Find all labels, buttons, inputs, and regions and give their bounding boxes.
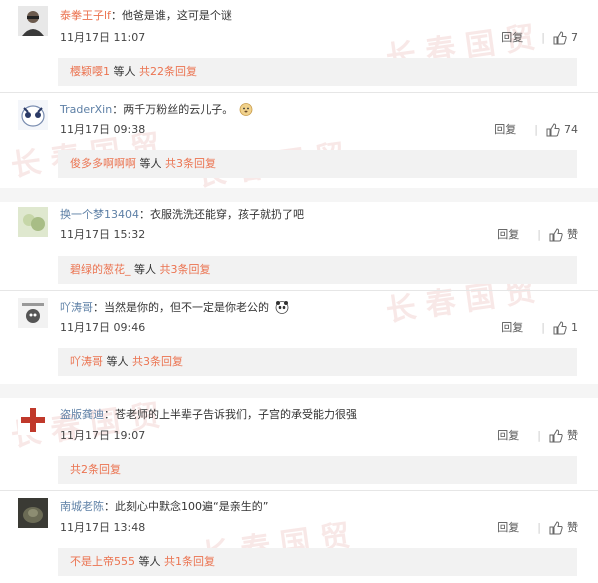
reply-button[interactable]: 回复 — [501, 321, 523, 335]
like-count: 7 — [571, 31, 578, 44]
thumbs-up-icon — [549, 521, 563, 535]
comment-text: 此刻心中默念100遍“是亲生的” — [115, 500, 269, 513]
comment-text: 衣服洗洗还能穿，孩子就扔了吧 — [150, 208, 304, 221]
comment-date: 11月17日 09:46 — [60, 321, 146, 334]
sub-reply-people: 等人 — [106, 355, 129, 368]
sub-reply-user[interactable]: 碧绿的葱花_ — [70, 263, 131, 276]
comment-line: 吖涛哥：当然是你的，但不一定是你老公的 — [60, 300, 289, 315]
like-count: 74 — [564, 123, 578, 136]
doge-emoji-icon — [239, 103, 253, 116]
avatar[interactable] — [18, 498, 48, 528]
comment-actions: 回复 | 赞 — [497, 429, 578, 443]
like-count: 1 — [571, 321, 578, 334]
sub-reply-user[interactable]: 吖涛哥 — [70, 355, 103, 368]
sub-reply-people: 等人 — [134, 263, 156, 276]
like-button[interactable]: 1 — [553, 321, 578, 335]
reply-button[interactable]: 回复 — [497, 521, 519, 535]
comment-date: 11月17日 11:07 — [60, 31, 146, 44]
like-count: 赞 — [567, 429, 578, 442]
comment-line: 南城老陈：此刻心中默念100遍“是亲生的” — [60, 500, 269, 513]
divider — [0, 490, 598, 491]
like-button[interactable]: 赞 — [549, 228, 578, 242]
divider — [0, 290, 598, 291]
username[interactable]: 吖涛哥 — [60, 301, 93, 314]
like-button[interactable]: 7 — [553, 31, 578, 45]
sub-replies[interactable]: 俊多多啊啊啊 等人 共3条回复 — [58, 150, 577, 178]
like-count: 赞 — [567, 228, 578, 241]
comment-date: 11月17日 09:38 — [60, 123, 146, 136]
sub-reply-user[interactable]: 樱颖嘤1 — [70, 65, 110, 78]
divider — [0, 92, 598, 93]
section-gap — [0, 188, 598, 202]
comment-actions: 回复 | 74 — [494, 123, 578, 137]
comment-date: 11月17日 15:32 — [60, 228, 146, 241]
sub-replies[interactable]: 碧绿的葱花_ 等人 共3条回复 — [58, 256, 577, 284]
sub-reply-count[interactable]: 共3条回复 — [132, 355, 183, 368]
like-button[interactable]: 74 — [546, 123, 578, 137]
username[interactable]: 换一个梦13404 — [60, 208, 139, 221]
like-count: 赞 — [567, 521, 578, 534]
comment-line: 换一个梦13404：衣服洗洗还能穿，孩子就扔了吧 — [60, 208, 304, 221]
thumbs-up-icon — [553, 321, 567, 335]
thumbs-up-icon — [549, 228, 563, 242]
sub-reply-user[interactable]: 不是上帝555 — [70, 555, 135, 568]
comment-actions: 回复 | 7 — [501, 31, 578, 45]
section-gap — [0, 384, 598, 398]
comment-line: 盗版龚迪：苍老师的上半辈子告诉我们，子宫的承受能力很强 — [60, 408, 357, 421]
comment-text: 当然是你的，但不一定是你老公的 — [104, 301, 269, 314]
sub-replies[interactable]: 不是上帝555 等人 共1条回复 — [58, 548, 577, 576]
avatar[interactable] — [18, 405, 48, 435]
sub-reply-count[interactable]: 共3条回复 — [160, 263, 211, 276]
sub-reply-people: 等人 — [139, 157, 162, 170]
avatar[interactable] — [18, 6, 48, 36]
comment-date: 11月17日 19:07 — [60, 429, 146, 442]
sub-reply-count[interactable]: 共3条回复 — [165, 157, 216, 170]
avatar[interactable] — [18, 207, 48, 237]
comment-actions: 回复 | 1 — [501, 321, 578, 335]
username[interactable]: 盗版龚迪 — [60, 408, 104, 421]
like-button[interactable]: 赞 — [549, 429, 578, 443]
sub-reply-people: 等人 — [138, 555, 161, 568]
avatar[interactable] — [18, 100, 48, 130]
sub-reply-count[interactable]: 共22条回复 — [139, 65, 197, 78]
comment-line: TraderXin：两千万粉丝的云儿子。 — [60, 102, 253, 117]
sub-replies[interactable]: 樱颖嘤1 等人 共22条回复 — [58, 58, 577, 86]
username[interactable]: TraderXin — [60, 103, 112, 116]
avatar[interactable] — [18, 298, 48, 328]
reply-button[interactable]: 回复 — [494, 123, 516, 137]
reply-button[interactable]: 回复 — [497, 228, 519, 242]
comment-actions: 回复 | 赞 — [497, 521, 578, 535]
thumbs-up-icon — [549, 429, 563, 443]
comment-text: 他爸是谁，这可是个谜 — [121, 9, 232, 22]
thumbs-up-icon — [553, 31, 567, 45]
comment-line: 泰拳王子lf：他爸是谁，这可是个谜 — [60, 9, 232, 22]
username[interactable]: 泰拳王子lf — [60, 9, 111, 22]
username[interactable]: 南城老陈 — [60, 500, 104, 513]
reply-button[interactable]: 回复 — [501, 31, 523, 45]
comment-text: 苍老师的上半辈子告诉我们，子宫的承受能力很强 — [115, 408, 357, 421]
sub-replies[interactable]: 吖涛哥 等人 共3条回复 — [58, 348, 577, 376]
sub-reply-user[interactable]: 俊多多啊啊啊 — [70, 157, 136, 170]
reply-button[interactable]: 回复 — [497, 429, 519, 443]
like-button[interactable]: 赞 — [549, 521, 578, 535]
sub-reply-count[interactable]: 共1条回复 — [164, 555, 215, 568]
comment-date: 11月17日 13:48 — [60, 521, 146, 534]
thumbs-up-icon — [546, 123, 560, 137]
panda-emoji-icon — [275, 301, 288, 314]
sub-reply-people: 等人 — [113, 65, 136, 78]
sub-replies[interactable]: 共2条回复 — [58, 456, 577, 484]
sub-reply-count[interactable]: 共2条回复 — [70, 463, 121, 476]
comment-text: 两千万粉丝的云儿子。 — [123, 103, 234, 116]
comment-actions: 回复 | 赞 — [497, 228, 578, 242]
